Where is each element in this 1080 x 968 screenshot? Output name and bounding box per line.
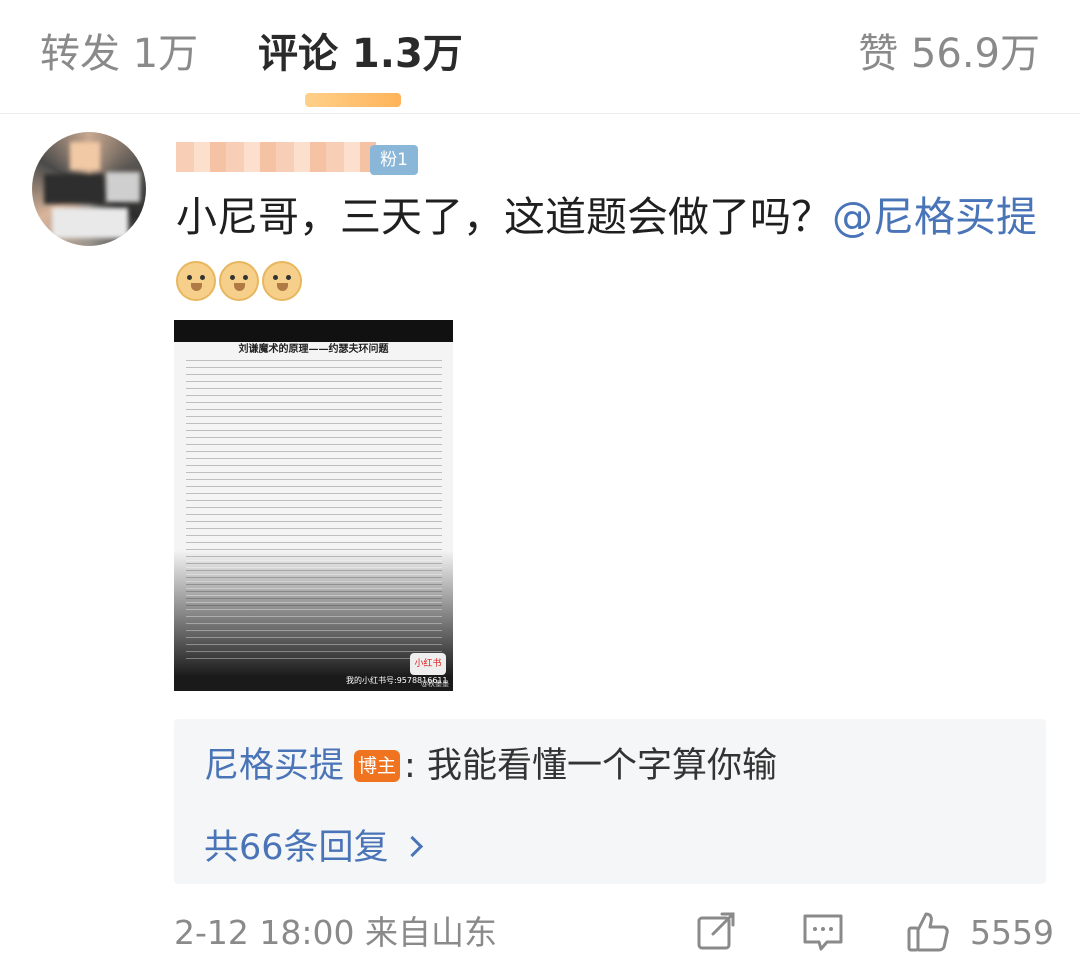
reply-text: 我能看懂一个字算你输 <box>426 746 777 786</box>
thumbs-up-icon[interactable] <box>906 910 950 954</box>
image-watermark: @秋墨墨 <box>421 680 449 688</box>
doge-emoji-icon <box>176 261 216 301</box>
comment-time: 2-12 18:00 <box>174 913 355 952</box>
comment-text: 小尼哥，三天了，这道题会做了吗？@尼格买提 <box>176 185 1046 313</box>
tab-bar: 转发 1万 评论 1.3万 赞 56.9万 <box>0 0 1080 114</box>
image-top-bar <box>174 320 453 342</box>
reply-separator: : <box>404 746 416 786</box>
attached-image[interactable]: 刘谦魔术的原理——约瑟夫环问题 小红书 我的小红书号:9578816611 @秋… <box>174 320 453 691</box>
like-count: 5559 <box>970 913 1054 952</box>
image-title: 刘谦魔术的原理——约瑟夫环问题 <box>238 344 389 355</box>
username-blurred[interactable] <box>176 142 376 172</box>
avatar[interactable] <box>32 132 146 246</box>
comment-icon[interactable] <box>801 910 845 954</box>
comment-meta: 2-12 18:00 来自山东 <box>174 910 497 956</box>
tab-comment[interactable]: 评论 1.3万 <box>258 26 463 82</box>
more-replies-label: 共66条回复 <box>204 828 389 868</box>
reply-preview[interactable]: 尼格买提 博主: 我能看懂一个字算你输 共66条回复 <box>174 719 1046 884</box>
fan-badge: 粉1 <box>370 145 418 175</box>
reply-line: 尼格买提 博主: 我能看懂一个字算你输 <box>204 741 777 791</box>
author-badge: 博主 <box>354 750 401 782</box>
doge-emoji-icon <box>262 261 302 301</box>
reply-author-link[interactable]: 尼格买提 <box>204 746 344 786</box>
mention-link[interactable]: @尼格买提 <box>832 193 1037 241</box>
comment-body: 小尼哥，三天了，这道题会做了吗？ <box>176 193 832 241</box>
tab-like[interactable]: 赞 56.9万 <box>858 26 1040 82</box>
share-icon[interactable] <box>695 910 739 954</box>
more-replies-link[interactable]: 共66条回复 <box>204 823 423 873</box>
active-tab-indicator <box>305 93 401 107</box>
xiaohongshu-logo: 小红书 <box>410 653 446 675</box>
image-text-lines-dark <box>186 560 442 660</box>
doge-emoji-icon <box>219 261 259 301</box>
chevron-right-icon <box>401 835 423 858</box>
tab-repost[interactable]: 转发 1万 <box>40 26 198 82</box>
comment-location: 来自山东 <box>365 913 497 952</box>
